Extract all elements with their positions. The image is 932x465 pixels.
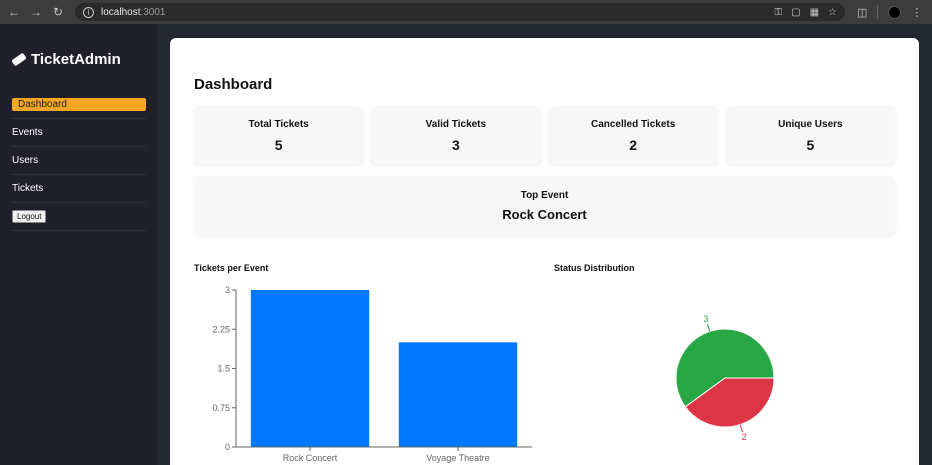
bar-voyage-theatre [398,342,518,447]
forward-icon[interactable]: → [25,0,47,24]
pie-slice-label: 3 [703,314,708,324]
x-tick-label: Rock Concert [283,453,338,463]
sidebar-item-dashboard[interactable]: Dashboard [12,91,146,119]
url-host: localhost [101,6,141,18]
logout-button[interactable]: Logout [12,210,47,223]
x-tick-label: Voyage Theatre [426,453,489,463]
back-icon[interactable]: ← [3,0,25,24]
brand-logo: TicketAdmin [11,51,121,68]
stat-label: Unique Users [778,118,843,130]
stat-card-total-tickets: Total Tickets 5 [194,106,364,165]
y-tick-label: 1.5 [217,364,230,374]
stat-label: Valid Tickets [425,118,487,130]
status-distribution-chart: 32 [675,314,775,442]
sidebar-item-events[interactable]: Events [12,119,146,147]
pie-slice-label: 2 [742,432,747,442]
sidebar-item-label: Users [12,155,39,166]
extensions-icon[interactable]: ◫ [857,6,867,19]
url-port: :3001 [140,6,166,18]
sidebar-item-tickets[interactable]: Tickets [12,175,146,203]
tickets-per-event-chart: 0 0.75 1.5 2.25 3 Rock Concert Voyage Theatre [212,285,532,463]
stat-label: Cancelled Tickets [590,118,676,130]
ticket-icon [11,52,27,67]
sidebar-item-users[interactable]: Users [12,147,146,175]
pie-chart-title: Status Distribution [554,263,635,273]
bookmark-star-icon[interactable]: ☆ [828,7,837,18]
profile-avatar[interactable] [888,5,902,19]
reload-icon[interactable]: ↻ [47,0,69,24]
y-tick-label: 3 [225,285,230,295]
y-tick-label: 0 [225,442,230,452]
stat-value: 3 [451,136,460,153]
stat-value: 2 [629,136,638,153]
top-event-value: Rock Concert [502,206,587,222]
sidebar: TicketAdmin Dashboard Events Users Ticke… [0,24,157,465]
key-icon[interactable]: ⚿ [775,7,783,18]
address-bar[interactable]: i localhost:3001 ⚿ ▢ ▦ ☆ [75,3,845,21]
brand-name: TicketAdmin [31,51,121,68]
sidebar-item-label: Tickets [12,183,44,194]
stat-card-cancelled-tickets: Cancelled Tickets 2 [548,106,718,165]
site-info-icon[interactable]: i [83,6,94,18]
stat-card-unique-users: Unique Users 5 [725,106,895,165]
menu-dots-icon[interactable]: ⋮ [911,6,922,19]
bar-chart-title: Tickets per Event [194,263,269,273]
sidebar-item-label: Dashboard [12,98,146,111]
stat-value: 5 [806,136,815,153]
top-event-card: Top Event Rock Concert [194,176,895,235]
pie-label-line [706,323,711,332]
main-content: Dashboard Total Tickets 5 Valid Tickets … [170,38,919,465]
page-title: Dashboard [194,76,273,93]
browser-toolbar: ← → ↻ i localhost:3001 ⚿ ▢ ▦ ☆ ◫ ⋮ [0,0,932,24]
stat-label: Total Tickets [248,118,309,130]
sidebar-item-label: Events [12,127,43,138]
y-tick-label: 2.25 [212,324,230,334]
translate-icon[interactable]: ▦ [810,7,819,18]
stat-card-valid-tickets: Valid Tickets 3 [371,106,541,165]
top-event-label: Top Event [520,189,569,201]
cast-icon[interactable]: ▢ [791,7,800,18]
stats-row: Total Tickets 5 Valid Tickets 3 Cancelle… [194,106,895,165]
stat-value: 5 [274,136,283,153]
bar-rock-concert [250,290,370,447]
toolbar-divider [877,5,879,19]
y-tick-label: 0.75 [212,403,230,413]
sidebar-nav: Dashboard Events Users Tickets Logout [12,91,146,231]
sidebar-item-logout: Logout [12,203,146,231]
